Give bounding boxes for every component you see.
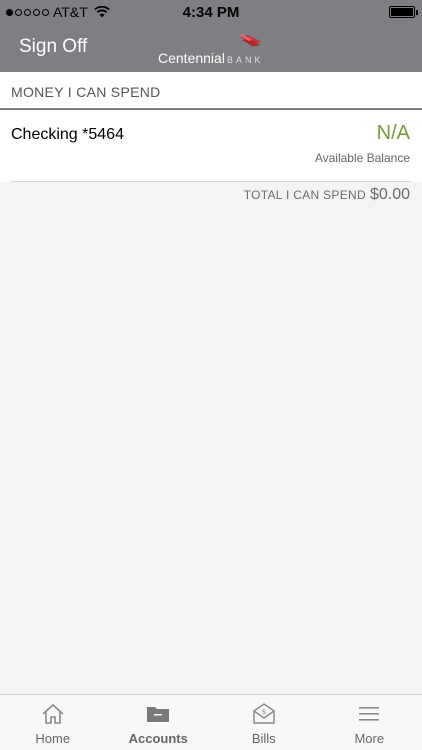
tab-home-label: Home — [35, 731, 71, 746]
tab-home[interactable]: Home — [0, 695, 106, 750]
tab-more-label: More — [354, 731, 385, 746]
bank-name-main: Centennial — [158, 50, 225, 66]
tab-accounts[interactable]: Accounts — [106, 695, 212, 750]
navigation-bar: Sign Off Centennial BANK — [0, 24, 422, 72]
sign-off-button[interactable]: Sign Off — [19, 36, 87, 58]
battery-icon — [389, 6, 418, 18]
folder-icon — [147, 707, 170, 722]
account-balance-label: Available Balance — [314, 151, 410, 165]
bank-name: Centennial BANK — [158, 50, 263, 66]
total-spendable: TOTAL I CAN SPEND $0.00 — [244, 186, 410, 204]
section-header: MONEY I CAN SPEND — [0, 72, 422, 110]
bills-icon: $ — [253, 703, 275, 724]
tab-accounts-label: Accounts — [128, 731, 188, 746]
tab-more[interactable]: More — [317, 695, 422, 750]
status-time: 4:34 PM — [182, 4, 240, 21]
total-label: TOTAL I CAN SPEND — [243, 188, 366, 202]
menu-icon — [359, 707, 380, 721]
account-name: Checking *5464 — [11, 126, 124, 143]
tab-bills-label: Bills — [251, 731, 276, 746]
account-balance-value: N/A — [376, 122, 410, 144]
bank-name-sub: BANK — [226, 55, 264, 65]
total-value: $0.00 — [369, 186, 410, 203]
status-bar: AT&T 4:34 PM — [0, 0, 422, 24]
svg-text:$: $ — [262, 708, 266, 716]
bank-logo: Centennial BANK — [158, 34, 268, 66]
row-divider — [11, 181, 411, 182]
tab-bar: Home Accounts $ Bills More — [0, 694, 422, 750]
section-title: MONEY I CAN SPEND — [11, 84, 161, 100]
bank-logo-mark-icon — [239, 34, 262, 47]
account-row-checking[interactable]: Checking *5464 N/A Available Balance — [0, 111, 422, 182]
home-icon — [42, 703, 64, 724]
tab-bills[interactable]: $ Bills — [211, 695, 317, 750]
